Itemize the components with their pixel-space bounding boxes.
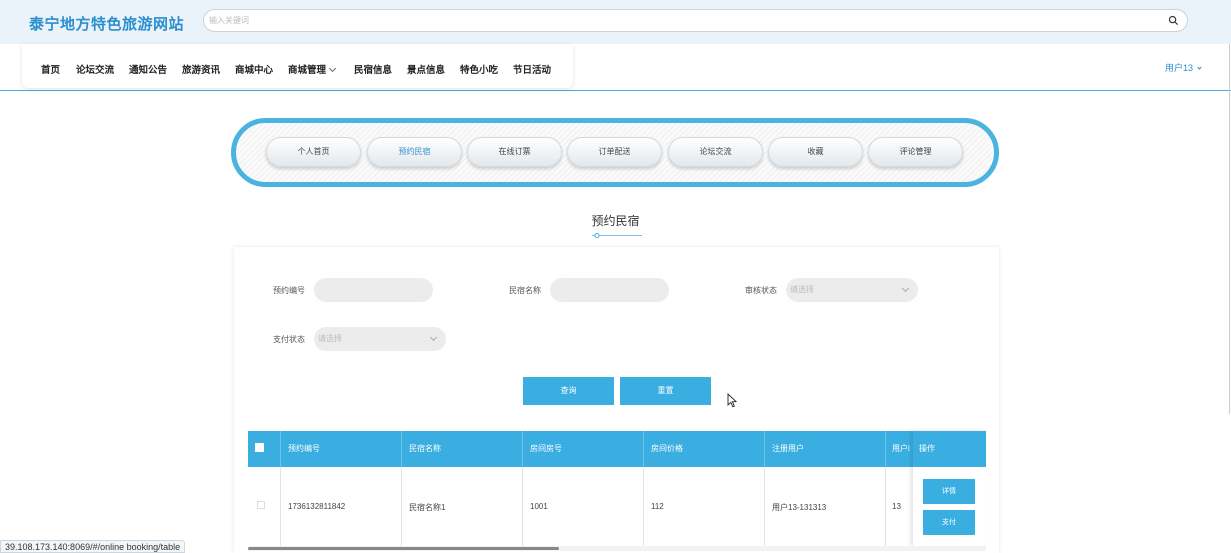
nav-item-mall[interactable]: 商城中心 (235, 62, 273, 76)
booking-no-label: 预约编号 (273, 286, 305, 295)
homestay-name-input[interactable] (550, 278, 669, 302)
col-header-room-no[interactable]: 房间房号 (530, 431, 562, 467)
pay-status-value: 请选择 (318, 334, 342, 343)
column-divider (280, 467, 281, 546)
column-divider (643, 467, 644, 546)
chevron-down-icon (328, 64, 337, 73)
search-box[interactable] (203, 9, 1188, 32)
pay-button[interactable]: 支付 (923, 510, 975, 535)
nav-item-notices[interactable]: 通知公告 (129, 62, 167, 76)
tab-homestay-booking[interactable]: 预约民宿 (367, 137, 462, 167)
col-header-user-truncated[interactable]: 用户l (892, 431, 912, 467)
reset-button[interactable]: 重置 (620, 377, 711, 405)
col-header-booking-no[interactable]: 预约编号 (288, 431, 320, 467)
cell-user-truncated: 13 (892, 502, 901, 511)
nav-item-forum[interactable]: 论坛交流 (76, 62, 114, 76)
search-icon[interactable] (1168, 15, 1179, 26)
cell-booking-no: 1736132811842 (288, 502, 346, 511)
column-divider (522, 431, 523, 467)
user-menu[interactable]: 用户13 (1165, 61, 1202, 74)
column-divider (885, 431, 886, 467)
status-bar-url: 39.108.173.140:8069/#/online booking/tab… (0, 540, 186, 553)
review-status-value: 请选择 (790, 285, 814, 294)
pay-status-label: 支付状态 (273, 335, 305, 344)
column-divider (401, 467, 402, 546)
cell-room-no: 1001 (530, 502, 548, 511)
column-divider (522, 467, 523, 546)
cell-homestay-name: 民宿名称1 (409, 503, 446, 512)
tab-ticket-booking[interactable]: 在线订票 (467, 137, 562, 167)
col-header-room-price[interactable]: 房间价格 (651, 431, 683, 467)
booking-no-input[interactable] (314, 278, 433, 302)
pay-status-select[interactable]: 请选择 (314, 327, 446, 351)
nav-item-mall-admin-label: 商城管理 (288, 65, 327, 76)
site-title[interactable]: 泰宁地方特色旅游网站 (29, 13, 184, 34)
nav-item-mall-admin[interactable]: 商城管理 (288, 62, 337, 76)
col-header-registered-user[interactable]: 注册用户 (772, 431, 804, 467)
page-edge-line (1229, 44, 1230, 414)
tab-profile[interactable]: 个人首页 (266, 137, 361, 167)
search-input[interactable] (209, 13, 1109, 28)
column-divider (643, 431, 644, 467)
user-name: 用户13 (1165, 63, 1194, 73)
column-divider (885, 467, 886, 546)
cell-registered-user: 用户13-131313 (772, 503, 827, 512)
column-divider (401, 431, 402, 467)
table-header (248, 431, 986, 467)
chevron-down-icon (901, 284, 910, 293)
tab-comments[interactable]: 评论管理 (868, 137, 963, 167)
details-button[interactable]: 详情 (923, 479, 975, 504)
row-checkbox[interactable] (257, 501, 265, 509)
nav-item-snacks[interactable]: 特色小吃 (460, 62, 498, 76)
cell-room-price: 112 (651, 502, 664, 511)
tab-forum[interactable]: 论坛交流 (668, 137, 763, 167)
col-header-actions: 操作 (919, 444, 935, 453)
nav-item-travel-news[interactable]: 旅游资讯 (182, 62, 220, 76)
col-header-homestay-name[interactable]: 民宿名称 (409, 431, 441, 467)
select-all-checkbox[interactable] (255, 443, 264, 452)
caret-down-icon (1197, 65, 1202, 70)
tab-order-delivery[interactable]: 订单配送 (567, 137, 662, 167)
tab-favorites[interactable]: 收藏 (768, 137, 863, 167)
mouse-cursor-icon (727, 393, 737, 408)
homestay-name-label: 民宿名称 (509, 286, 541, 295)
column-divider (764, 431, 765, 467)
nav-item-home[interactable]: 首页 (41, 62, 60, 76)
query-button[interactable]: 查询 (523, 377, 614, 405)
column-divider (280, 431, 281, 467)
title-underline-decoration (592, 233, 642, 238)
column-divider (764, 467, 765, 546)
chevron-down-icon (429, 333, 438, 342)
nav-item-attractions[interactable]: 景点信息 (407, 62, 445, 76)
nav-item-festivals[interactable]: 节日活动 (513, 62, 551, 76)
horizontal-scrollbar-thumb[interactable] (248, 547, 559, 550)
page-title: 预约民宿 (591, 214, 640, 228)
nav-item-homestay[interactable]: 民宿信息 (354, 62, 392, 76)
review-status-select[interactable]: 请选择 (786, 278, 918, 302)
review-status-label: 审核状态 (745, 286, 777, 295)
